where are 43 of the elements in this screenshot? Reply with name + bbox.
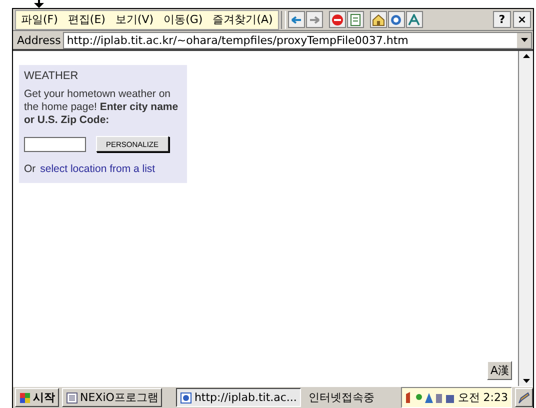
toolbar-button[interactable] [328, 11, 346, 28]
weather-heading: WEATHER [24, 70, 80, 82]
close-button[interactable]: × [513, 11, 531, 28]
tray-icons-drawing [404, 391, 455, 404]
menu-item[interactable]: 파일(F) [16, 10, 63, 28]
input-mode-button[interactable]: A漢 [487, 361, 512, 380]
windows-logo-icon [19, 392, 31, 404]
menu-item[interactable]: 보기(V) [110, 10, 159, 28]
menu-item[interactable]: 편집(E) [62, 10, 110, 28]
status-text: 인터넷접속중 [307, 390, 376, 405]
scroll-down-icon[interactable] [522, 379, 530, 383]
toolbar-button[interactable] [406, 11, 423, 28]
forward-arrow-icon [308, 14, 321, 26]
back-arrow-icon [290, 14, 303, 26]
dropdown-icon[interactable] [520, 38, 528, 42]
clock: 오전 2:23 [458, 390, 508, 405]
toolbar-button[interactable] [288, 11, 305, 28]
zip-code-field[interactable] [24, 136, 86, 152]
menu-item[interactable]: 이동(G) [158, 10, 208, 28]
menu-item[interactable]: 즐겨찾기(A) [208, 10, 278, 28]
search-icon [390, 14, 403, 26]
address-label: Address [17, 34, 61, 46]
toolbar-button[interactable] [306, 11, 323, 28]
home-icon [372, 14, 385, 26]
weather-instructions: Get your hometown weather on the home page! Enter city name or U.S. Zip Code: [24, 88, 180, 127]
refresh-icon [348, 14, 362, 26]
or-label: Or [24, 163, 36, 175]
help-button[interactable]: ? [493, 11, 511, 28]
notes-button[interactable] [515, 388, 533, 407]
pencil-icon [518, 392, 530, 404]
stop-icon [330, 14, 344, 26]
browser-page-icon [180, 392, 192, 404]
address-field[interactable]: http://iplab.tit.ac.kr/~ohara/tempfiles/proxyTempFile0037.htm [62, 32, 532, 48]
toolbar-button[interactable] [370, 11, 387, 28]
program-list-icon [66, 392, 78, 404]
taskbar-button[interactable]: http://iplab.tit.ac... [176, 388, 302, 407]
scroll-up-icon[interactable] [522, 54, 530, 58]
toolbar-button[interactable] [346, 11, 364, 28]
font-icon [408, 14, 421, 26]
location-list-link[interactable]: select location from a list [40, 163, 156, 175]
taskbar-button[interactable]: NEXiO프로그램 [62, 388, 162, 407]
toolbar-button[interactable] [388, 11, 405, 28]
start-button[interactable]: 시작 [15, 388, 59, 407]
